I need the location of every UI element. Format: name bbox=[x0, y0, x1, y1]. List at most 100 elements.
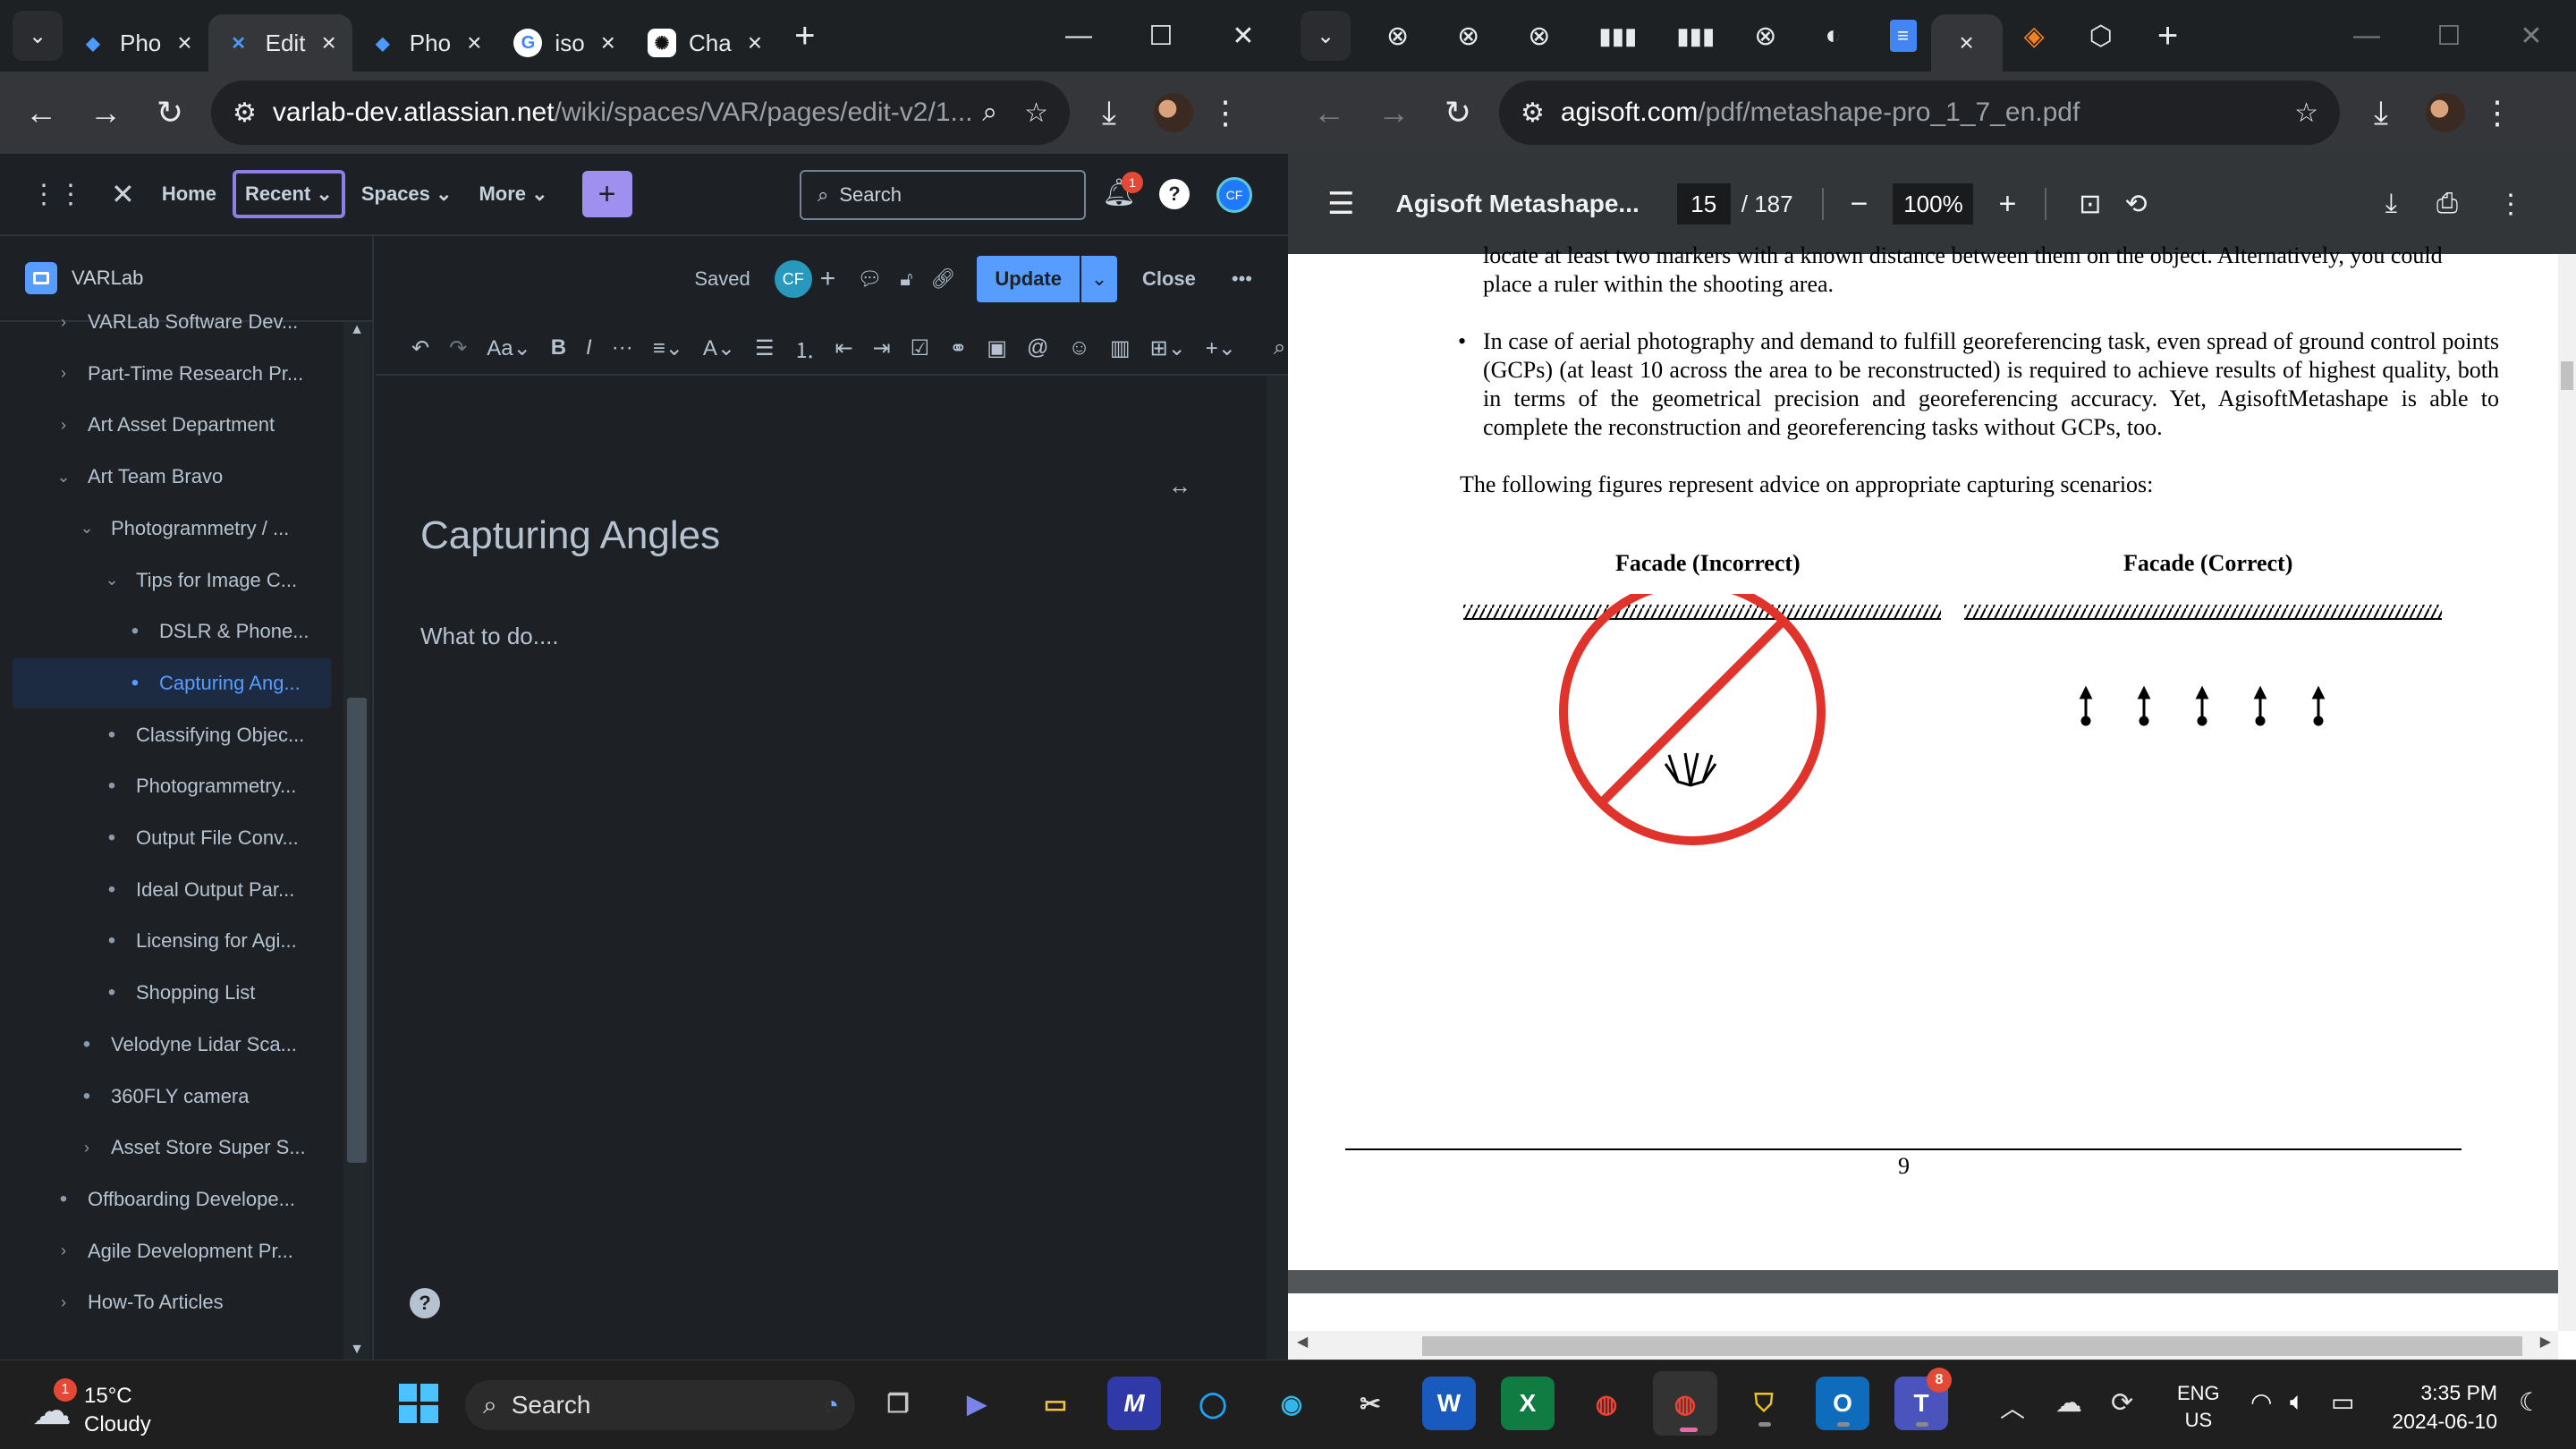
bookmark-star-icon[interactable]: ☆ bbox=[2294, 97, 2318, 129]
link-icon[interactable]: 🔗︎ bbox=[930, 267, 955, 291]
indent-icon[interactable]: ⇥ bbox=[873, 335, 891, 361]
horizontal-scrollbar[interactable]: ◀ ▶ bbox=[1288, 1331, 2558, 1360]
scroll-down-icon[interactable]: ▼ bbox=[343, 1342, 370, 1358]
chevron-right-icon[interactable]: › bbox=[50, 313, 77, 332]
chevron-down-icon[interactable]: ⌄ bbox=[73, 519, 100, 538]
tree-item[interactable]: • Ideal Output Par... bbox=[0, 865, 331, 915]
tab-favicon-10[interactable]: ⬡ bbox=[2089, 21, 2113, 52]
profile-avatar[interactable] bbox=[2426, 93, 2465, 132]
scroll-up-icon[interactable]: ▲ bbox=[343, 322, 370, 338]
bold-icon[interactable]: B bbox=[551, 335, 566, 360]
vscroll-thumb[interactable] bbox=[2561, 361, 2573, 390]
back-icon[interactable]: ← bbox=[1297, 80, 1361, 145]
rotate-icon[interactable]: ⟲ bbox=[2124, 189, 2147, 220]
chevron-right-icon[interactable]: › bbox=[73, 1139, 100, 1157]
chevron-right-icon[interactable]: › bbox=[50, 364, 77, 383]
tab-2[interactable]: ✕ Edit × bbox=[208, 14, 352, 72]
tree-item[interactable]: • Velodyne Lidar Sca... bbox=[0, 1020, 331, 1070]
close-icon[interactable]: × bbox=[748, 29, 762, 57]
editor-scrollbar[interactable] bbox=[1267, 376, 1288, 1360]
meet-icon[interactable]: ▶ bbox=[950, 1377, 1004, 1430]
battery-icon[interactable]: ▭ bbox=[2331, 1387, 2354, 1417]
tree-item[interactable]: • Photogrammetry... bbox=[0, 761, 331, 811]
nav-home[interactable]: Home bbox=[162, 182, 216, 206]
weather-widget[interactable]: ☁ 1 15°C Cloudy bbox=[32, 1378, 151, 1439]
collaborator-avatar[interactable]: CF bbox=[771, 258, 815, 301]
comment-icon[interactable]: 💬︎ bbox=[857, 267, 882, 291]
task-view-icon[interactable]: ❐ bbox=[871, 1377, 925, 1430]
sync-icon[interactable]: ⟳ bbox=[2111, 1387, 2133, 1419]
tree-item[interactable]: • Capturing Ang... bbox=[13, 657, 331, 708]
hscroll-thumb[interactable] bbox=[1422, 1336, 2522, 1356]
tree-item[interactable]: › How-To Articles bbox=[0, 1277, 331, 1327]
browser-menu-icon[interactable]: ⋮ bbox=[2465, 80, 2529, 145]
italic-icon[interactable]: I bbox=[586, 335, 592, 360]
show-hidden-icons[interactable]: ︿ bbox=[2000, 1389, 2025, 1425]
close-icon[interactable]: × bbox=[467, 29, 481, 57]
align-icon[interactable]: ≡⌄ bbox=[653, 335, 683, 361]
tab-favicon-4[interactable]: ▮▮▮ bbox=[1598, 22, 1637, 50]
browser-menu-icon[interactable]: ⋮ bbox=[1193, 80, 1258, 145]
site-info-icon[interactable]: ⚙ bbox=[233, 97, 257, 129]
file-explorer-icon[interactable]: ▭ bbox=[1029, 1377, 1082, 1430]
excel-icon[interactable]: X bbox=[1501, 1377, 1555, 1430]
tab-favicon-2[interactable]: ⊗ bbox=[1457, 21, 1479, 52]
tab-favicon-1[interactable]: ⊗ bbox=[1386, 21, 1409, 52]
text-color-icon[interactable]: A⌄ bbox=[703, 335, 735, 361]
find-icon[interactable]: ⌕ bbox=[1274, 335, 1285, 360]
hamburger-menu-icon[interactable]: ☰ bbox=[1327, 186, 1354, 222]
tab-4[interactable]: G iso × bbox=[497, 14, 631, 72]
confluence-logo-icon[interactable]: ✕ bbox=[111, 177, 135, 211]
chevron-down-icon[interactable]: ⌄ bbox=[98, 571, 125, 589]
create-button[interactable]: + bbox=[581, 171, 632, 217]
tree-item[interactable]: • Offboarding Develope... bbox=[0, 1174, 331, 1224]
pdf-more-icon[interactable]: ⋮ bbox=[2497, 189, 2524, 220]
start-button[interactable] bbox=[392, 1377, 445, 1430]
tab-favicon-6[interactable]: ⊗ bbox=[1754, 21, 1776, 52]
chevron-down-icon[interactable]: ⌄ bbox=[50, 468, 77, 487]
search-input[interactable]: ⌕ Search bbox=[800, 170, 1086, 220]
outlook-icon[interactable]: O bbox=[1816, 1377, 1869, 1430]
tab-search-button[interactable]: ⌄ bbox=[13, 11, 63, 61]
close-window-icon[interactable]: ✕ bbox=[1202, 21, 1284, 52]
tree-item[interactable]: › Part-Time Research Pr... bbox=[0, 349, 331, 399]
profile-avatar[interactable] bbox=[1154, 93, 1193, 132]
tab-favicon-3[interactable]: ⊗ bbox=[1528, 21, 1550, 52]
tree-item[interactable]: • Shopping List bbox=[0, 968, 331, 1018]
tree-item[interactable]: ⌄ Tips for Image C... bbox=[0, 555, 331, 606]
back-icon[interactable]: ← bbox=[9, 80, 73, 145]
redo-icon[interactable]: ↷ bbox=[449, 335, 467, 361]
site-info-icon[interactable]: ⚙ bbox=[1521, 97, 1545, 129]
tab-5[interactable]: ✺ Cha × bbox=[631, 14, 778, 72]
more-actions-icon[interactable]: ••• bbox=[1232, 267, 1252, 291]
close-icon[interactable]: × bbox=[601, 29, 615, 57]
maximize-icon[interactable]: ☐ bbox=[2408, 21, 2490, 52]
tree-item[interactable]: › Agile Development Pr... bbox=[0, 1226, 331, 1276]
page-body[interactable]: What to do.... bbox=[420, 623, 559, 650]
fit-page-icon[interactable]: ⊡ bbox=[2079, 189, 2101, 220]
task-icon[interactable]: ☑ bbox=[911, 335, 930, 361]
edge-icon[interactable]: ◉ bbox=[1265, 1377, 1318, 1430]
app-icon-m[interactable]: M bbox=[1107, 1377, 1161, 1430]
tab-favicon-7[interactable]: ◐ bbox=[1825, 21, 1841, 51]
onedrive-icon[interactable]: ☁ bbox=[2055, 1387, 2082, 1419]
tab-1[interactable]: ◆ Pho × bbox=[63, 14, 208, 72]
forward-icon[interactable]: → bbox=[1361, 80, 1426, 145]
tree-item[interactable]: ⌄ Photogrammetry / ... bbox=[0, 504, 331, 554]
chevron-right-icon[interactable]: › bbox=[50, 1293, 77, 1312]
chrome-active-icon[interactable]: ◍ bbox=[1653, 1371, 1717, 1436]
scrollbar-thumb[interactable] bbox=[347, 698, 367, 1163]
word-icon[interactable]: W bbox=[1422, 1377, 1476, 1430]
tree-item[interactable]: › VARLab Software Dev... bbox=[0, 297, 331, 347]
tree-item[interactable]: ⌄ Art Team Bravo bbox=[0, 452, 331, 502]
scroll-right-icon[interactable]: ▶ bbox=[2540, 1333, 2551, 1351]
zoom-level-input[interactable]: 100% bbox=[1893, 183, 1974, 225]
download-icon[interactable]: ⤓ bbox=[2349, 80, 2413, 145]
tree-item[interactable]: • Classifying Objec... bbox=[0, 710, 331, 760]
tree-item[interactable]: › Asset Store Super S... bbox=[0, 1123, 331, 1173]
nav-recent[interactable]: Recent ⌄ bbox=[232, 170, 345, 218]
reload-icon[interactable]: ↻ bbox=[1426, 80, 1490, 145]
outdent-icon[interactable]: ⇤ bbox=[835, 335, 852, 361]
tree-item[interactable]: • 360FLY camera bbox=[0, 1072, 331, 1122]
taskbar-search[interactable]: ⌕ Search ◔ bbox=[465, 1380, 855, 1430]
